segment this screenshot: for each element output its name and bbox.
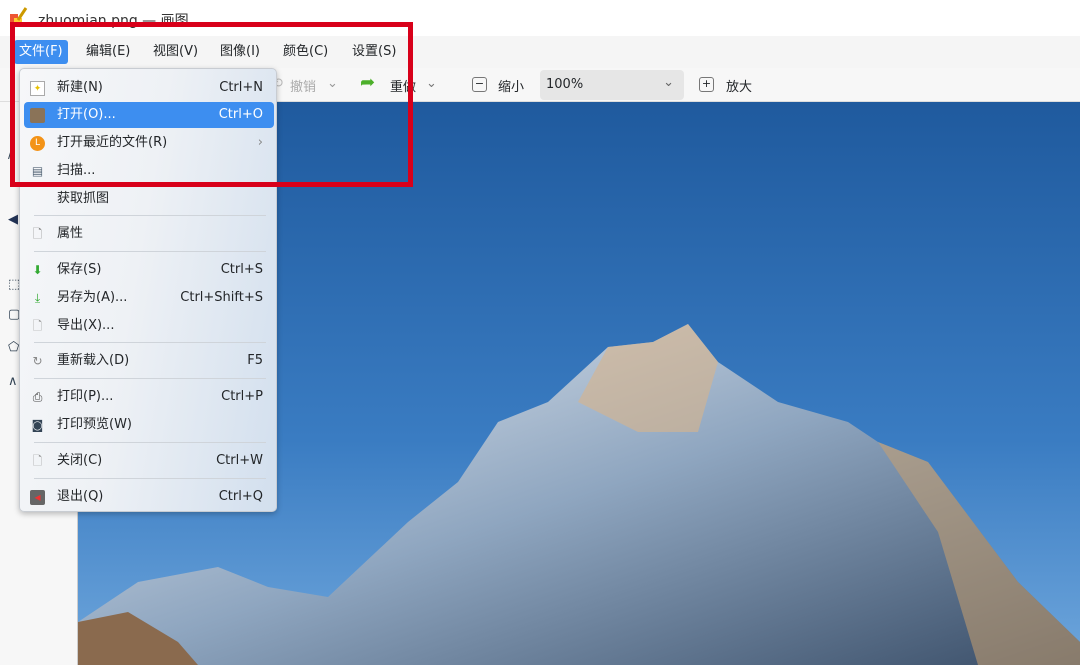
zoom-in-icon: + [699,77,714,92]
menu-item-shortcut: F5 [247,353,263,368]
close-doc-icon: 🗋 [32,454,43,468]
menu-separator [34,378,266,379]
menu-item-label: 重新载入(D) [57,353,130,368]
menu-separator [34,478,266,479]
menu-item-label: 属性 [57,226,84,241]
menu-item-label: 导出(X)... [57,318,115,333]
properties-icon: 🗋 [32,227,43,241]
menu-item-save[interactable]: ⬇ 保存(S) Ctrl+S [24,257,274,283]
chevron-down-icon: ⌄ [663,75,674,90]
menu-item-label: 退出(Q) [57,489,104,504]
menu-item-label: 打印预览(W) [57,417,132,432]
menu-separator [34,251,266,252]
save-as-icon: ⤓ [34,291,41,305]
menu-item-close[interactable]: 🗋 关闭(C) Ctrl+W [24,448,274,474]
print-preview-icon: ◙ [31,418,44,432]
menu-item-print[interactable]: ⎙ 打印(P)... Ctrl+P [24,384,274,410]
redo-dropdown-chevron-icon[interactable]: ⌄ [426,76,437,91]
menu-item-label: 获取抓图 [57,191,110,206]
print-icon: ⎙ [32,390,43,404]
menu-separator [34,342,266,343]
menu-item-shortcut: Ctrl+W [216,453,263,468]
menu-item-label: 另存为(A)... [57,290,128,305]
menu-separator [34,215,266,216]
export-icon: 🗋 [32,319,43,333]
menu-item-reload[interactable]: ↻ 重新载入(D) F5 [24,348,274,374]
polygon-tool-icon[interactable]: ⬠ [8,340,19,355]
menu-separator [34,442,266,443]
reload-icon: ↻ [32,354,43,368]
zoom-out-icon: − [472,77,487,92]
save-icon: ⬇ [32,263,43,277]
quit-icon: ◂ [30,490,45,505]
menu-item-shortcut: Ctrl+Shift+S [180,290,263,305]
zoom-level-value: 100% [546,77,584,92]
menu-item-shortcut: Ctrl+Q [218,489,263,504]
menu-item-shortcut: Ctrl+S [220,262,263,277]
menu-item-export[interactable]: 🗋 导出(X)... [24,313,274,339]
menu-item-shortcut: Ctrl+P [221,389,263,404]
menu-item-label: 打印(P)... [57,389,114,404]
menu-item-save-as[interactable]: ⤓ 另存为(A)... Ctrl+Shift+S [24,285,274,311]
menu-item-quit[interactable]: ◂ 退出(Q) Ctrl+Q [24,484,274,510]
menu-item-print-preview[interactable]: ◙ 打印预览(W) [24,412,274,438]
annotation-highlight-box [10,22,413,187]
zoom-in-button[interactable]: 放大 [726,76,752,95]
menu-item-properties[interactable]: 🗋 属性 [24,221,274,247]
curve-tool-icon[interactable]: ∧ [8,374,18,389]
zoom-out-button[interactable]: 缩小 [498,76,524,95]
zoom-level-select[interactable]: 100% ⌄ [540,70,684,100]
fill-tool-icon[interactable]: ◀ [8,212,18,227]
menu-item-label: 保存(S) [57,262,102,277]
menu-item-label: 关闭(C) [57,453,103,468]
menu-item-screenshot[interactable]: 获取抓图 [24,186,274,212]
